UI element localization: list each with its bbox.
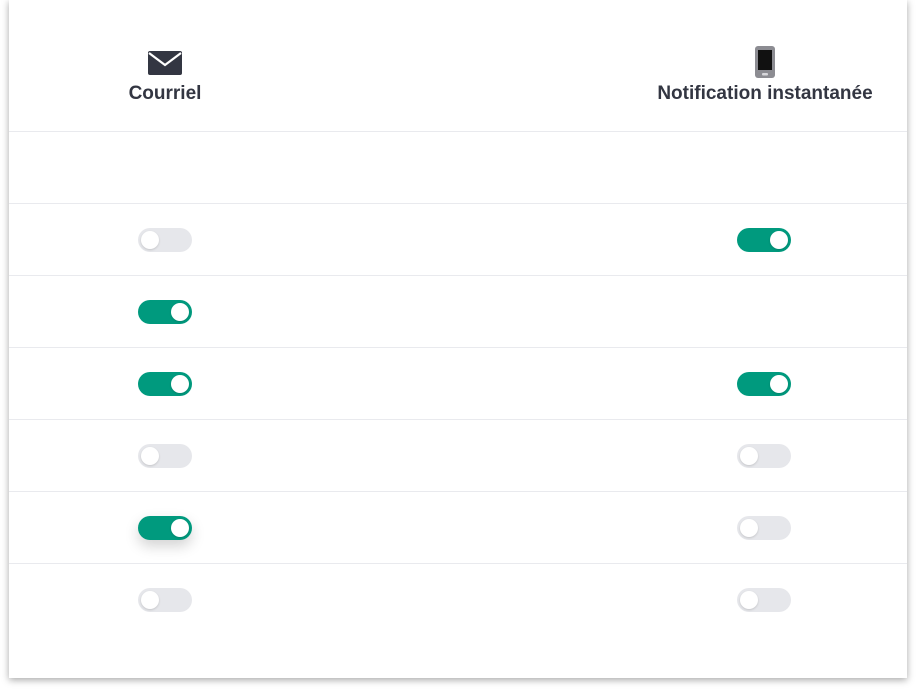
push-toggle[interactable]	[737, 588, 791, 612]
toggle-knob	[171, 375, 189, 393]
email-toggle[interactable]	[138, 300, 192, 324]
push-toggle[interactable]	[737, 372, 791, 396]
preference-row-7	[9, 564, 907, 635]
column-label-email: Courriel	[128, 83, 202, 104]
toggle-knob	[171, 303, 189, 321]
notification-preferences-card: Courriel Notification instantanée	[9, 0, 907, 678]
preference-row-6	[9, 492, 907, 564]
column-header-push: Notification instantanée	[640, 46, 890, 105]
toggle-knob	[141, 591, 159, 609]
column-header-email: Courriel	[109, 46, 221, 105]
preference-row-1	[9, 132, 907, 204]
toggle-knob	[141, 447, 159, 465]
preference-row-3	[9, 276, 907, 348]
toggle-knob	[770, 231, 788, 249]
email-toggle[interactable]	[138, 588, 192, 612]
preference-row-5	[9, 420, 907, 492]
push-toggle[interactable]	[737, 516, 791, 540]
email-toggle[interactable]	[138, 228, 192, 252]
toggle-knob	[171, 519, 189, 537]
preference-row-4	[9, 348, 907, 420]
toggle-knob	[141, 231, 159, 249]
preference-row-2	[9, 204, 907, 276]
email-toggle[interactable]	[138, 372, 192, 396]
push-toggle[interactable]	[737, 228, 791, 252]
toggle-knob	[740, 519, 758, 537]
mobile-phone-icon	[640, 46, 890, 78]
push-toggle[interactable]	[737, 444, 791, 468]
toggle-knob	[740, 447, 758, 465]
toggle-knob	[740, 591, 758, 609]
envelope-icon	[109, 46, 221, 78]
table-header: Courriel Notification instantanée	[9, 0, 907, 132]
email-toggle[interactable]	[138, 444, 192, 468]
email-toggle[interactable]	[138, 516, 192, 540]
toggle-knob	[770, 375, 788, 393]
column-label-push: Notification instantanée	[657, 83, 873, 104]
